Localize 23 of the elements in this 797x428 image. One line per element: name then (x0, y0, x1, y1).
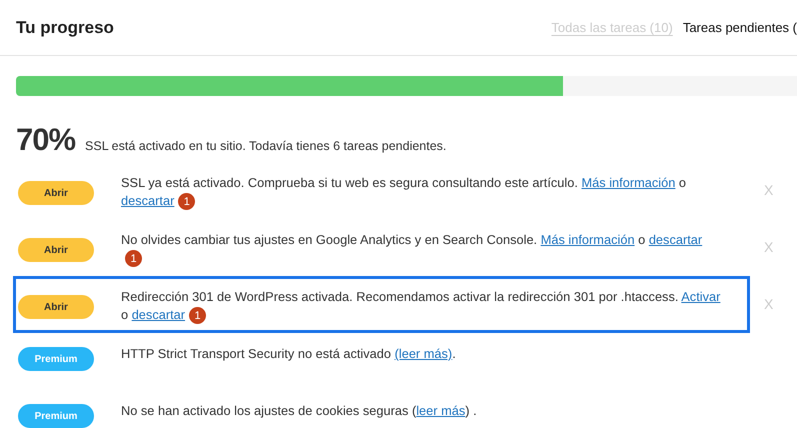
task-message: No se han activado los ajustes de cookies seguras (leer más) . (121, 402, 478, 420)
task-message: HTTP Strict Transport Security no está activado (leer más). (121, 345, 457, 363)
task-link[interactable]: (leer más) (394, 346, 452, 361)
task-link[interactable]: descartar (121, 193, 174, 208)
task-link[interactable]: Más información (540, 232, 635, 247)
page-title: Tu progreso (16, 18, 114, 38)
count-badge: 1 (189, 307, 206, 324)
open-button[interactable]: Abrir (18, 181, 94, 205)
progress-summary: SSL está activado en tu sitio. Todavía tienes 6 tareas pendientes. (85, 139, 446, 153)
task-link[interactable]: Más información (581, 175, 676, 190)
task-message: No olvides cambiar tus ajustes en Google Analytics y en Search Console. Más información o descartar 1 (121, 231, 721, 268)
task-link[interactable]: descartar (648, 232, 702, 247)
task-link[interactable]: descartar (132, 307, 186, 322)
count-badge: 1 (178, 193, 196, 210)
count-badge: 1 (125, 250, 142, 268)
open-button[interactable]: Abrir (18, 238, 94, 262)
task-message: Redirección 301 de WordPress activada. Recomendamos activar la redirección 301 por .htaccess. Activar o descartar 1 (121, 288, 721, 324)
task-link[interactable]: Activar (681, 289, 720, 304)
progress-percent: 70% (16, 122, 76, 158)
task-message: SSL ya está activado. Comprueba si tu web es segura consultando este artículo. Más información o descartar 1 (121, 174, 721, 210)
filter-tab[interactable]: Tareas pendientes ( (682, 20, 797, 35)
open-button[interactable]: Abrir (18, 295, 94, 319)
task-link[interactable]: leer más (416, 403, 466, 418)
